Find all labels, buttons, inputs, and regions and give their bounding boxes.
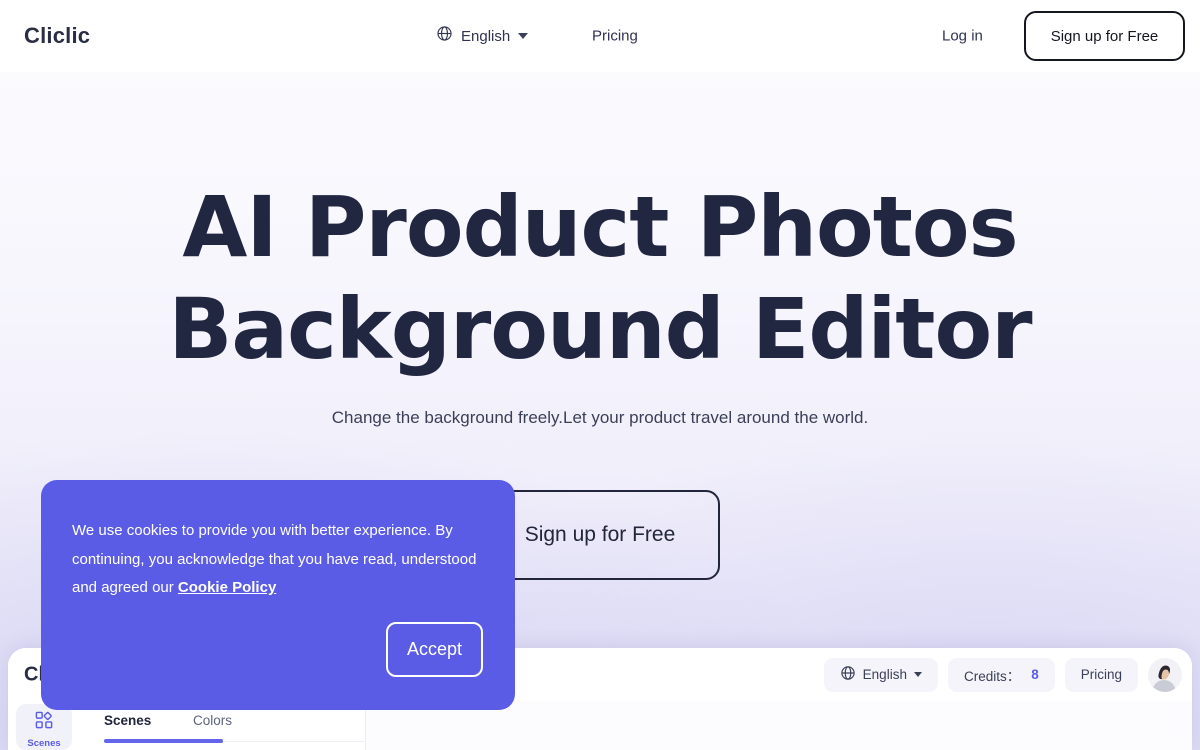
cookie-consent-banner: We use cookies to provide you with bette…: [41, 480, 515, 710]
language-label: English: [461, 27, 511, 45]
app-language-selector[interactable]: English: [823, 657, 938, 692]
credits-label: Credits：: [963, 668, 1021, 684]
globe-icon: [436, 25, 453, 47]
tab-scenes[interactable]: Scenes: [104, 713, 151, 728]
hero-subtitle: Change the background freely.Let your pr…: [331, 408, 869, 427]
accept-cookies-button[interactable]: Accept: [386, 622, 483, 677]
chevron-down-icon: [518, 33, 529, 39]
app-topbar-actions: English Credits： 8 Pricing: [823, 657, 1182, 692]
app-pricing-button[interactable]: Pricing: [1064, 657, 1138, 692]
chevron-down-icon: [913, 672, 922, 677]
credits-indicator[interactable]: Credits： 8: [947, 657, 1055, 692]
language-selector[interactable]: English: [436, 25, 529, 47]
credits-value: 8: [1031, 667, 1039, 682]
rail-item-label: Scenes: [27, 738, 61, 749]
globe-icon: [840, 665, 856, 684]
nav-item-pricing[interactable]: Pricing: [592, 28, 638, 45]
hero-title-line-1: AI Product Photos: [182, 178, 1018, 276]
hero-title: AI Product Photos Background Editor: [0, 176, 1200, 380]
tab-colors[interactable]: Colors: [193, 713, 232, 728]
hero-signup-button[interactable]: Sign up for Free: [480, 490, 720, 580]
top-navigation-bar: Cliclic English Pricing Log in Sign up f…: [0, 0, 1200, 72]
rail-item-scenes[interactable]: Scenes: [16, 704, 72, 750]
signup-button[interactable]: Sign up for Free: [1024, 11, 1185, 61]
hero-title-line-2: Background Editor: [168, 280, 1032, 378]
cookie-policy-link[interactable]: Cookie Policy: [178, 579, 276, 596]
avatar[interactable]: [1148, 657, 1182, 692]
active-tab-underline: [104, 739, 223, 743]
cookie-banner-text: We use cookies to provide you with bette…: [72, 517, 488, 603]
scenes-grid-icon: [35, 711, 54, 735]
nav-item-login[interactable]: Log in: [942, 28, 983, 45]
app-language-label: English: [862, 667, 907, 682]
site-logo[interactable]: Cliclic: [24, 23, 90, 49]
avatar-photo: [1148, 657, 1182, 692]
